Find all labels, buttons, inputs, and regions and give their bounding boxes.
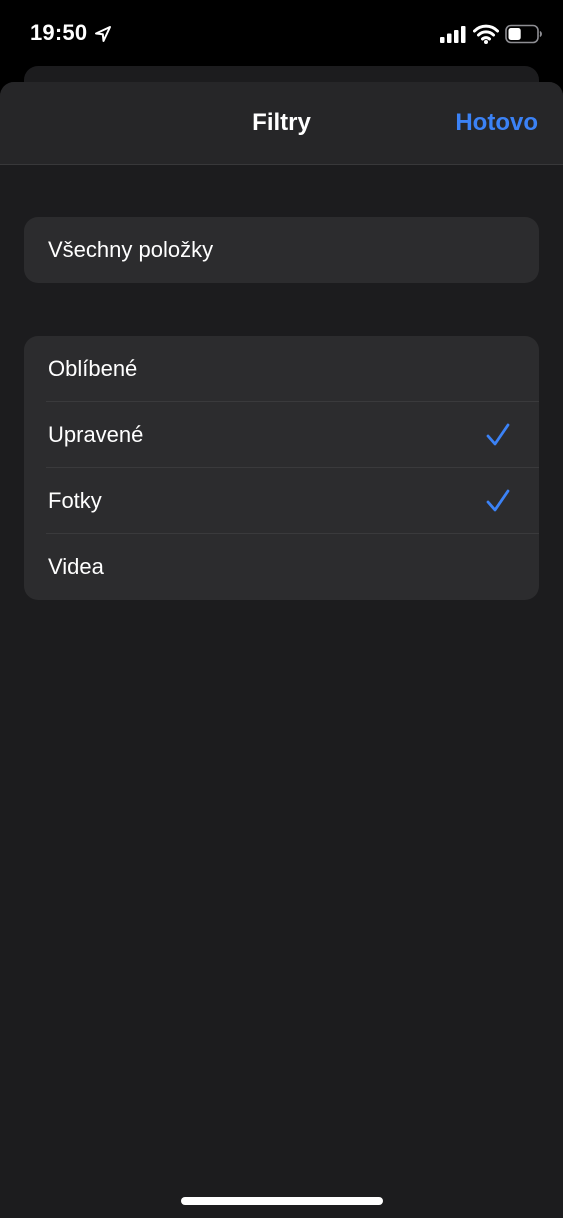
filter-label: Oblíbené (48, 356, 138, 381)
filter-row-favorites[interactable]: Oblíbené (24, 336, 539, 402)
location-arrow-icon (95, 26, 111, 42)
home-indicator[interactable] (181, 1197, 383, 1205)
status-time: 19:50 (30, 20, 88, 45)
filter-row-photos[interactable]: Fotky (24, 468, 539, 534)
filters-sheet: Filtry Hotovo Všechny položky Oblíbené U… (0, 82, 563, 1218)
checkmark-icon (486, 423, 510, 446)
filter-label: Videa (48, 554, 104, 579)
checkmark-icon (486, 489, 510, 512)
filter-label: Fotky (48, 488, 102, 513)
filter-label: Upravené (48, 422, 144, 447)
all-items-label: Všechny položky (48, 237, 214, 262)
filter-row-videos[interactable]: Videa (24, 534, 539, 600)
cellular-signal-icon (440, 26, 466, 43)
sheet-nav-bar: Filtry Hotovo (0, 82, 563, 165)
filter-options-group: Oblíbené Upravené Fotky Videa (24, 336, 539, 600)
battery-icon (505, 24, 542, 44)
all-items-row[interactable]: Všechny položky (24, 217, 539, 283)
wifi-icon (473, 24, 499, 44)
all-items-group: Všechny položky (24, 217, 539, 283)
filter-row-edited[interactable]: Upravené (24, 402, 539, 468)
done-button[interactable]: Hotovo (455, 109, 538, 137)
status-bar: 19:50 (0, 0, 563, 66)
